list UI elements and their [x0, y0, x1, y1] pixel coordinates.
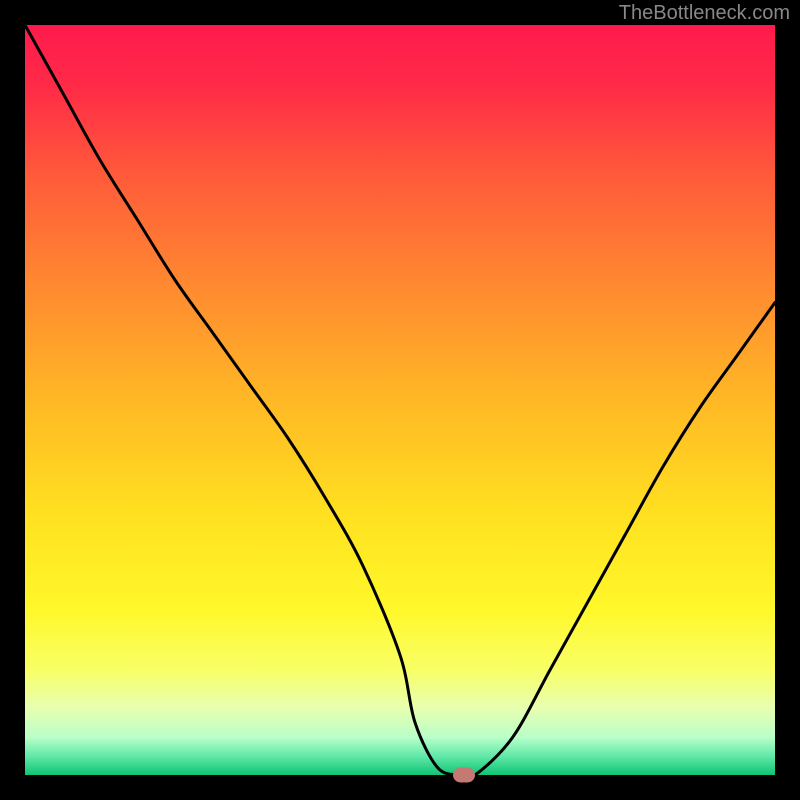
optimal-point-marker: [453, 768, 475, 783]
watermark-text: TheBottleneck.com: [619, 2, 790, 25]
bottleneck-curve: [25, 25, 775, 775]
plot-area: [25, 25, 775, 775]
chart-container: TheBottleneck.com: [0, 0, 800, 800]
